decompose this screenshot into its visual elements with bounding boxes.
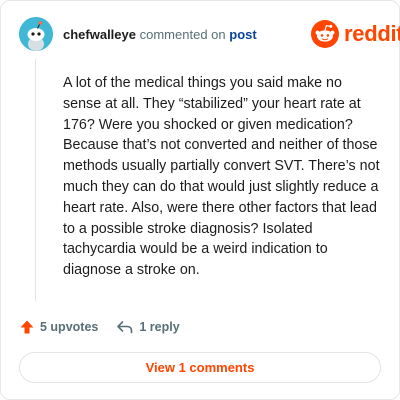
reply-count: 1 reply	[139, 320, 180, 334]
comment-body: A lot of the medical things you said mak…	[63, 73, 381, 281]
reddit-snoo-logo-icon	[311, 20, 339, 48]
reply-button[interactable]: 1 reply	[116, 319, 180, 335]
comment-actions: 5 upvotes 1 reply	[19, 319, 180, 335]
upvote-arrow-icon	[20, 320, 34, 334]
comment-card: chefwalleye commented on post reddit A l…	[0, 0, 400, 400]
reddit-wordmark: reddit	[344, 21, 400, 46]
view-comments-button[interactable]: View 1 comments	[19, 352, 381, 383]
username-link[interactable]: chefwalleye	[63, 27, 136, 42]
upvote-count: 5 upvotes	[40, 320, 99, 334]
comment-text: A lot of the medical things you said mak…	[63, 75, 380, 279]
reply-arrow-icon	[117, 321, 133, 334]
post-link[interactable]: post	[229, 27, 256, 42]
reddit-logo[interactable]: reddit	[311, 20, 400, 48]
action-text: commented on	[139, 27, 226, 42]
avatar[interactable]	[19, 17, 53, 51]
comment-header: chefwalleye commented on post	[63, 27, 257, 43]
snoo-avatar-icon	[19, 17, 53, 51]
thread-line	[35, 59, 36, 301]
upvote-button[interactable]: 5 upvotes	[19, 319, 98, 335]
